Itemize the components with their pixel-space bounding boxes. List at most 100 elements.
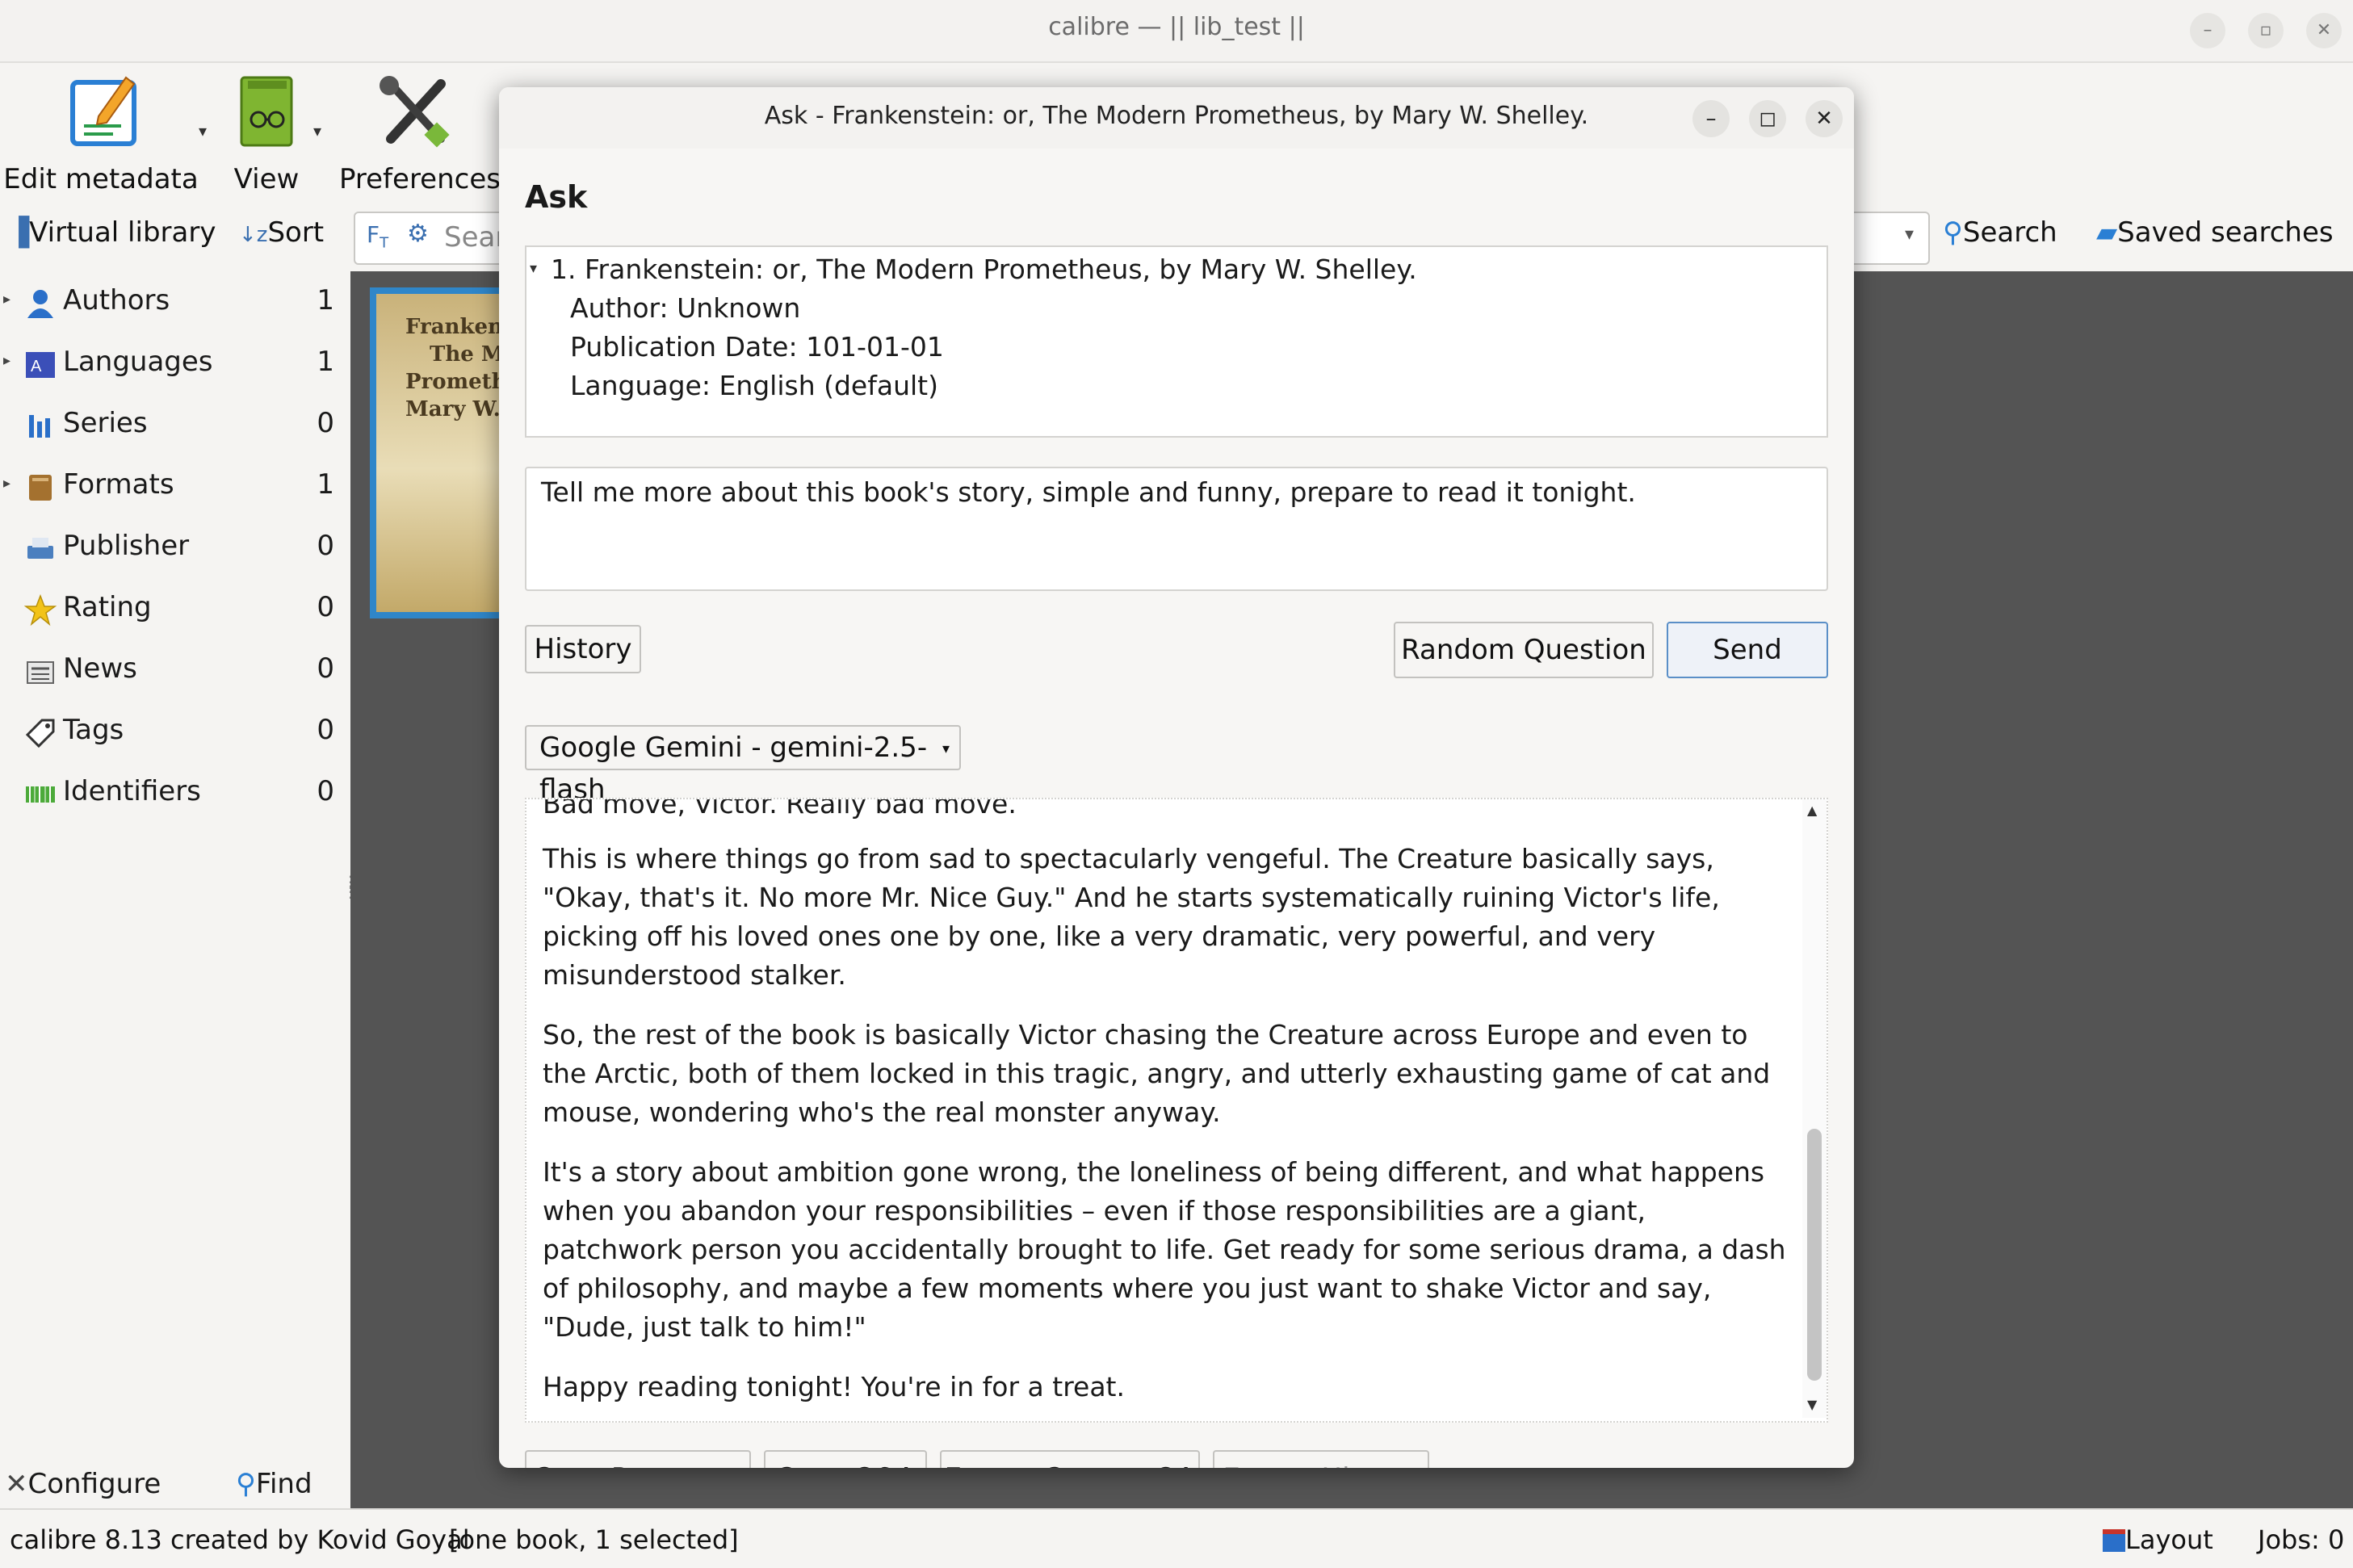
gear-icon[interactable]: ⚙ [407, 220, 429, 248]
tag-identifiers[interactable]: Identifiers 0 [0, 765, 346, 827]
cover-text: Mary W. [405, 397, 501, 421]
book-info-tree[interactable]: ▾ 1. Frankenstein: or, The Modern Promet… [525, 245, 1828, 438]
tag-publisher[interactable]: Publisher 0 [0, 520, 346, 581]
person-icon [27, 290, 53, 318]
svg-text:A: A [31, 358, 42, 375]
tag-label: Series [63, 407, 148, 439]
window-titlebar: calibre — || lib_test || – ▫ ✕ [0, 0, 2353, 63]
book-author: Author: Unknown [570, 292, 801, 324]
chevron-down-icon[interactable]: ▾ [1905, 224, 1914, 245]
dialog-close-button[interactable]: ✕ [1806, 100, 1843, 137]
saved-searches-label: Saved searches [2117, 216, 2334, 249]
layout-icon [2103, 1529, 2125, 1552]
tag-series[interactable]: Series 0 [0, 397, 346, 459]
tag-news[interactable]: News 0 [0, 643, 346, 704]
copy-response-button[interactable]: Copy Response [525, 1450, 751, 1468]
scroll-down-icon[interactable]: ▼ [1807, 1397, 1817, 1412]
view-button[interactable]: View ▾ [226, 63, 321, 202]
splitter-handle[interactable]: ⋮⋮ [342, 874, 359, 914]
sort-icon: ↓z [239, 223, 268, 247]
book-title-item[interactable]: 1. Frankenstein: or, The Modern Promethe… [551, 254, 1417, 285]
tag-count: 1 [317, 468, 334, 501]
jobs-indicator[interactable]: Jobs: 0 [2258, 1524, 2344, 1555]
tag-tags[interactable]: Tags 0 [0, 704, 346, 765]
dialog-minimize-button[interactable]: – [1692, 100, 1730, 137]
question-input[interactable]: Tell me more about this book's story, si… [525, 467, 1828, 591]
expand-arrow-icon[interactable]: ▸ [3, 475, 10, 492]
tag-count: 0 [317, 775, 334, 807]
tag-languages[interactable]: ▸ A Languages 1 [0, 336, 346, 397]
tag-label: Languages [63, 346, 213, 378]
book-publication-date: Publication Date: 101-01-01 [570, 331, 944, 363]
search-button[interactable]: ⚲Search [1943, 216, 2057, 249]
saved-searches-button[interactable]: ▰Saved searches [2096, 216, 2334, 249]
dialog-maximize-button[interactable]: ◻ [1749, 100, 1786, 137]
tag-browser: ▸ Authors 1 ▸ A Languages 1 Series 0 ▸ F… [0, 275, 346, 1486]
book-cover[interactable]: Frankens The M Prometh Mary W. [376, 294, 517, 612]
response-view[interactable]: Bad move, Victor. Really bad move. This … [525, 798, 1828, 1423]
window-title: calibre — || lib_test || [1048, 13, 1305, 41]
layout-button[interactable]: Layout [2103, 1524, 2213, 1555]
chevron-down-icon[interactable]: ▾ [313, 121, 321, 140]
collapse-arrow-icon[interactable]: ▾ [530, 260, 537, 277]
star-icon [24, 594, 57, 627]
tag-rating[interactable]: Rating 0 [0, 581, 346, 643]
response-paragraph: This is where things go from sad to spec… [543, 843, 1720, 991]
book-language: Language: English (default) [570, 370, 938, 401]
tag-count: 1 [317, 346, 334, 378]
model-select-value: Google Gemini - gemini-2.5-flash [539, 732, 928, 806]
response-paragraph: Bad move, Victor. Really bad move. [543, 798, 1017, 820]
tag-browser-footer: ✕Configure ⚲Find [0, 1460, 347, 1508]
tag-formats[interactable]: ▸ Formats 1 [0, 459, 346, 520]
tag-label: News [63, 652, 137, 685]
status-bar: calibre 8.13 created by Kovid Goyal [one… [0, 1508, 2353, 1568]
tag-label: Formats [63, 468, 174, 501]
virtual-library-button[interactable]: ▐Virtual library [8, 216, 216, 249]
publisher-icon [27, 538, 53, 559]
edit-metadata-icon [70, 76, 136, 146]
tag-count: 0 [317, 714, 334, 746]
sort-button[interactable]: ↓zSort [239, 216, 324, 249]
book-view-icon [240, 76, 293, 147]
search-placeholder: Sear [444, 221, 507, 254]
tag-authors[interactable]: ▸ Authors 1 [0, 275, 346, 336]
layout-label: Layout [2125, 1524, 2213, 1555]
tag-icon [25, 719, 55, 748]
cover-text: Prometh [405, 370, 507, 394]
close-button[interactable]: ✕ [2306, 13, 2342, 48]
preferences-button[interactable]: Preferences [339, 63, 501, 202]
language-icon: A [26, 352, 55, 378]
edit-metadata-label: Edit metadata [3, 163, 199, 195]
cover-text: Frankens [405, 315, 515, 339]
maximize-button[interactable]: ▫ [2248, 13, 2284, 48]
response-scrollbar[interactable]: ▲ ▼ [1802, 799, 1827, 1418]
minimize-button[interactable]: – [2190, 13, 2225, 48]
dialog-title: Ask - Frankenstein: or, The Modern Prome… [764, 102, 1589, 130]
configure-button[interactable]: ✕Configure [5, 1468, 161, 1500]
export-current-qa-button[interactable]: Export Current QA [940, 1450, 1200, 1468]
response-paragraph: So, the rest of the book is basically Vi… [543, 1019, 1771, 1128]
tag-label: Authors [63, 284, 170, 317]
view-label: View [233, 163, 300, 195]
tag-label: Identifiers [63, 775, 201, 807]
random-question-button[interactable]: Random Question [1394, 622, 1654, 678]
scrollbar-thumb[interactable] [1807, 1129, 1822, 1381]
history-button[interactable]: History [525, 625, 641, 673]
send-button[interactable]: Send [1667, 622, 1828, 678]
expand-arrow-icon[interactable]: ▸ [3, 352, 10, 369]
chevron-down-icon[interactable]: ▾ [199, 121, 207, 140]
chevron-down-icon: ▾ [942, 740, 950, 757]
book-icon [29, 475, 52, 501]
copy-qa-button[interactable]: Copy Q&A [764, 1450, 927, 1468]
scroll-up-icon[interactable]: ▲ [1807, 803, 1817, 818]
dialog-heading: Ask [525, 179, 588, 215]
preferences-label: Preferences [339, 163, 501, 195]
find-button[interactable]: ⚲Find [236, 1468, 312, 1500]
preferences-icon [380, 76, 450, 148]
expand-arrow-icon[interactable]: ▸ [3, 291, 10, 308]
model-select[interactable]: Google Gemini - gemini-2.5-flash ▾ [525, 725, 961, 806]
configure-label: Configure [27, 1468, 161, 1500]
edit-metadata-button[interactable]: Edit metadata ▾ [0, 63, 207, 202]
series-icon [29, 415, 50, 438]
search-icon: ⚲ [1943, 216, 1963, 249]
